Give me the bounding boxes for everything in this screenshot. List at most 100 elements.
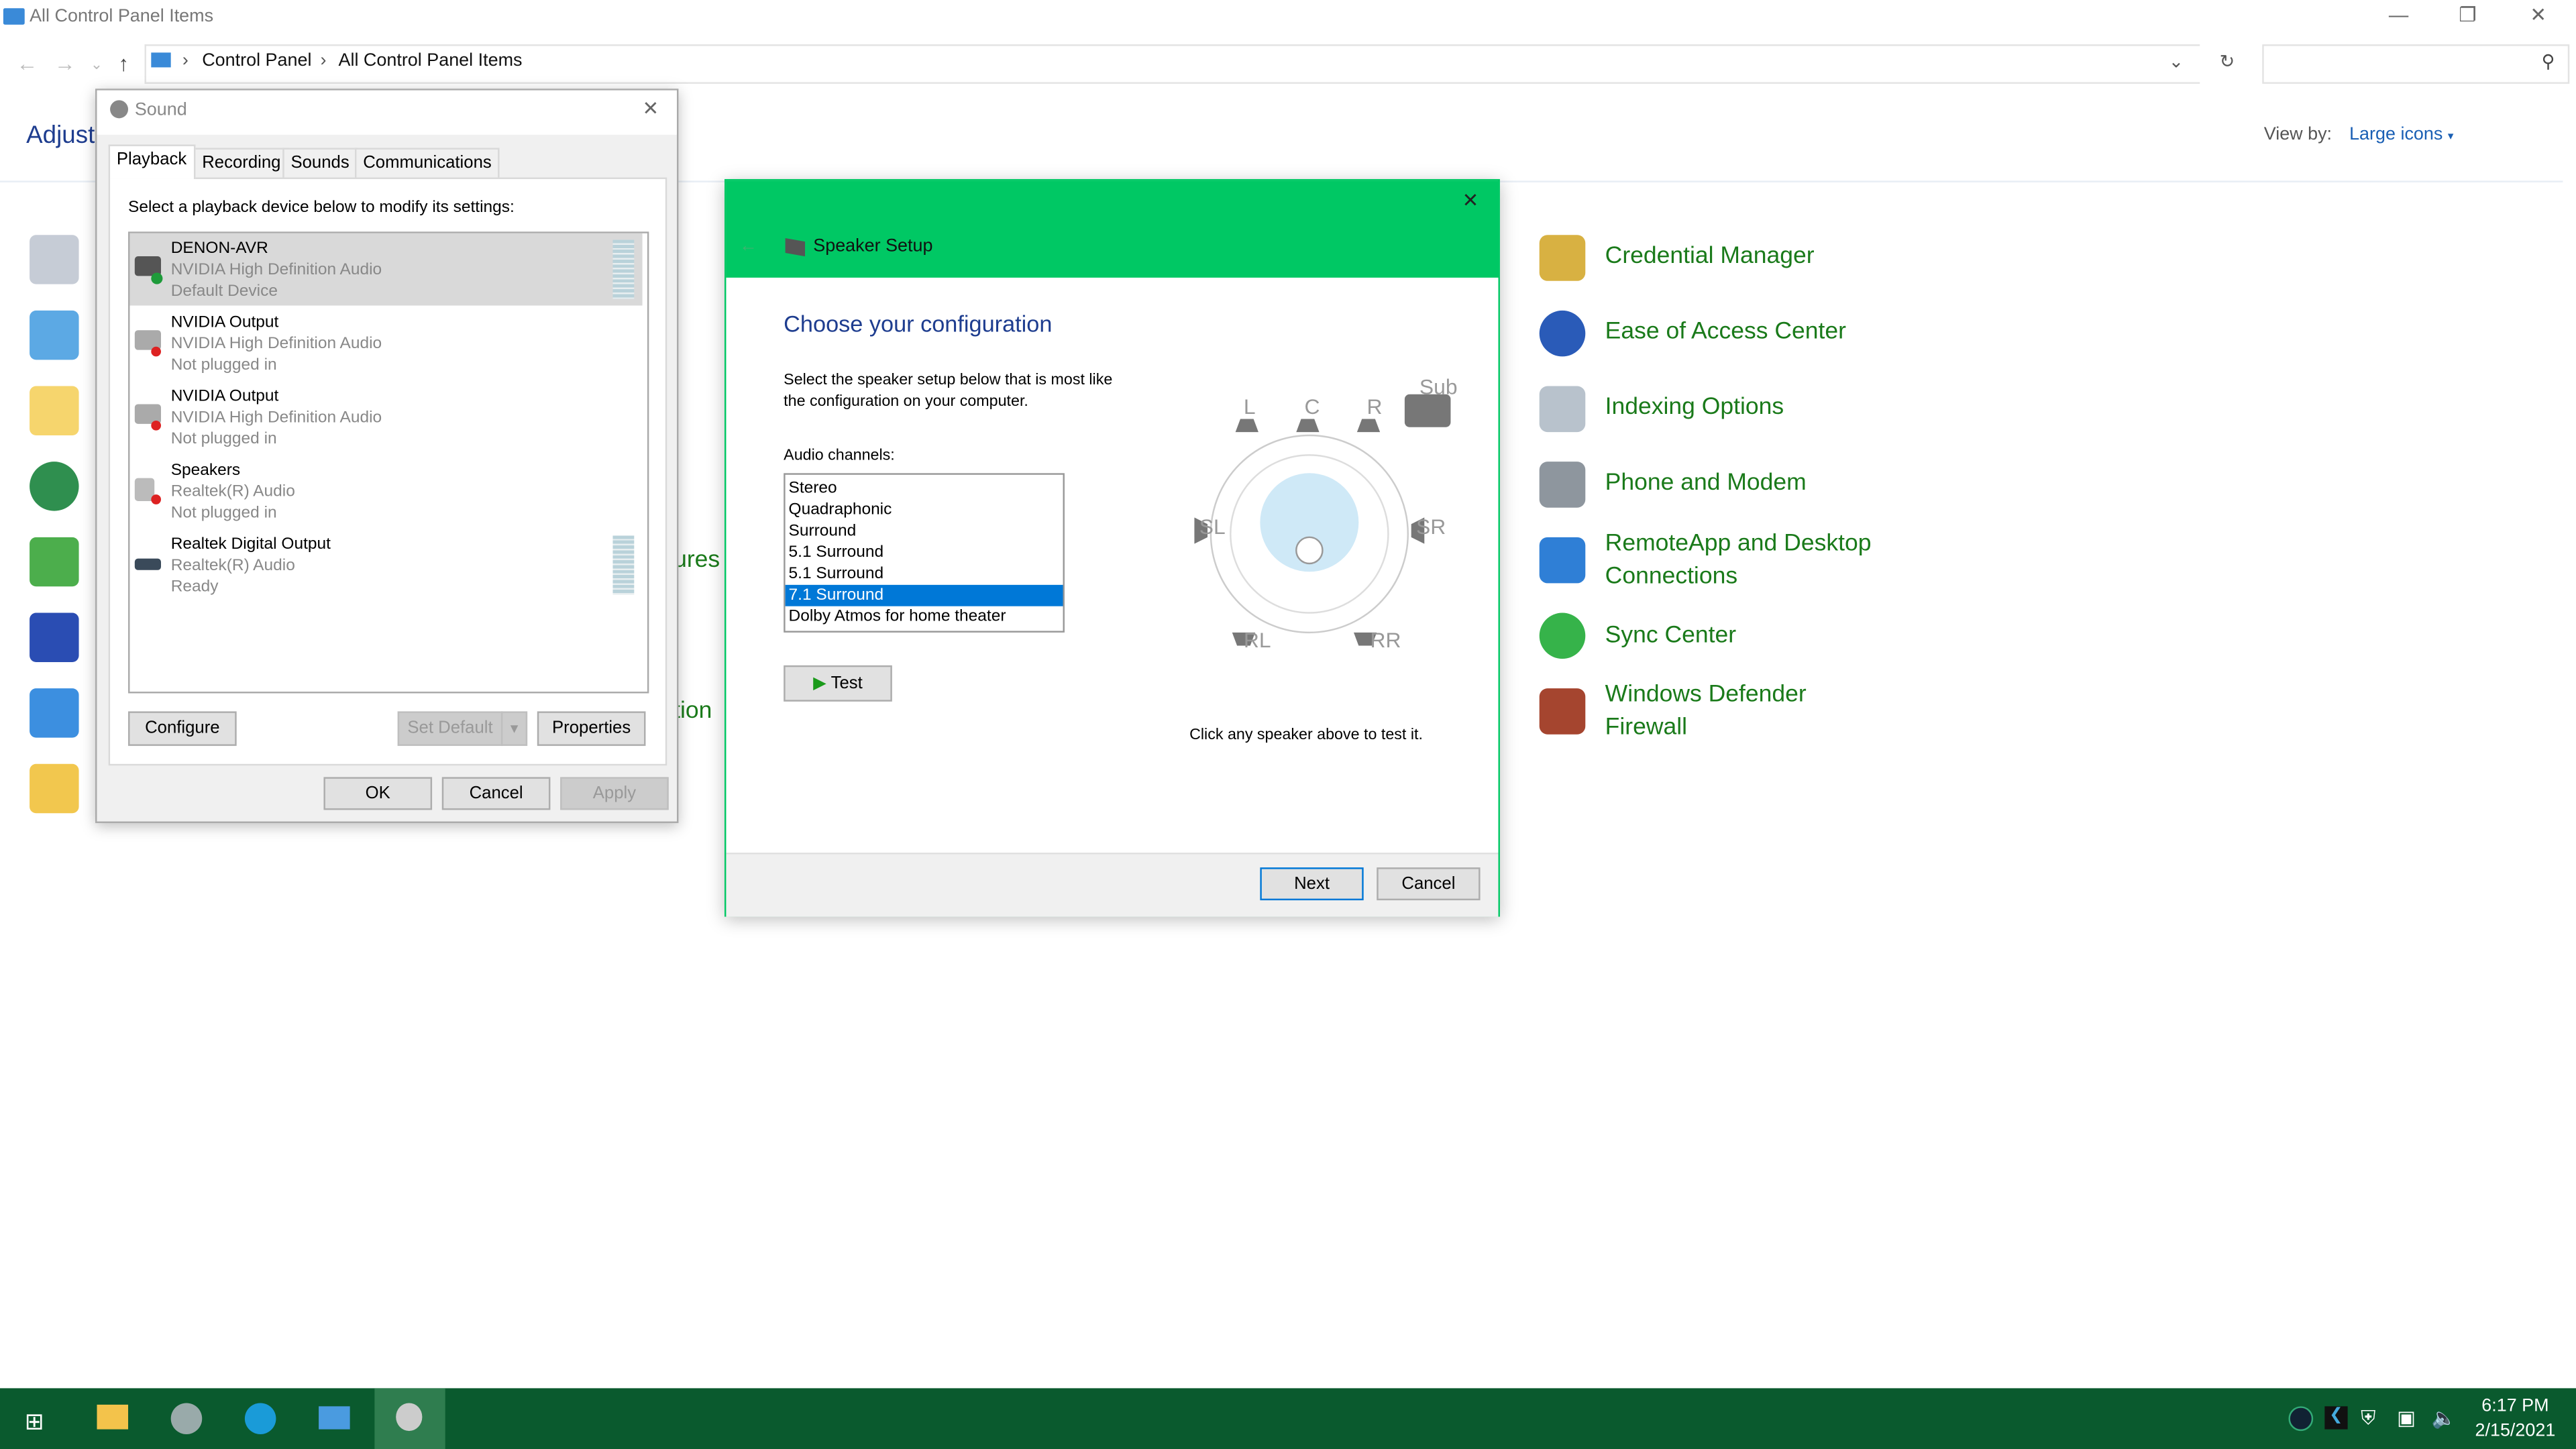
indexing-options-icon[interactable] [1539, 386, 1586, 433]
item-label-line: Firewall [1605, 714, 1688, 741]
tray-app-icon[interactable] [2288, 1406, 2314, 1432]
tab-recording[interactable]: Recording [193, 148, 289, 178]
apply-button[interactable]: Apply [560, 777, 669, 810]
description-line: Select the speaker setup below that is m… [784, 371, 1113, 390]
forward-button[interactable]: → [54, 51, 76, 76]
refresh-button[interactable]: ↻ [2220, 51, 2235, 72]
test-hint: Click any speaker above to test it. [1189, 726, 1423, 745]
file-history-icon[interactable] [30, 386, 79, 435]
close-button[interactable]: ✕ [643, 97, 659, 119]
channels-listbox[interactable]: Stereo Quadraphonic Surround 5.1 Surroun… [784, 473, 1065, 633]
device-name: NVIDIA Output [170, 387, 279, 406]
network-icon[interactable]: ▣ [2397, 1406, 2416, 1429]
label-l: L [1244, 394, 1256, 419]
hidden-item-fragment[interactable]: tion [674, 698, 712, 724]
system-icon[interactable] [30, 688, 79, 738]
ease-of-access-icon[interactable] [1539, 310, 1586, 357]
sync-center-icon[interactable] [1539, 612, 1586, 659]
speaker-icon [110, 100, 129, 119]
phone-modem-icon[interactable] [1539, 462, 1586, 508]
close-button[interactable]: ✕ [2514, 3, 2563, 26]
device-item[interactable]: Realtek Digital Output Realtek(R) Audio … [129, 529, 642, 602]
channel-option[interactable]: Dolby Atmos for home theater [786, 606, 1063, 628]
item-indexing-options[interactable]: Indexing Options [1605, 392, 1784, 425]
clock[interactable]: 6:17 PM 2/15/2021 [2473, 1395, 2558, 1444]
tab-sounds[interactable]: Sounds [282, 148, 358, 178]
administrative-tools-icon[interactable] [30, 235, 79, 284]
restore-button[interactable]: ❐ [2443, 3, 2492, 26]
channel-option[interactable]: Stereo [786, 478, 1063, 500]
shield-icon[interactable]: ⛨ [2361, 1406, 2375, 1431]
tray-app-icon[interactable]: ❮ [2324, 1406, 2348, 1430]
set-default-button[interactable]: Set Default [397, 711, 503, 746]
device-driver: Realtek(R) Audio [170, 557, 295, 576]
remoteapp-icon[interactable] [1539, 537, 1586, 584]
up-button[interactable]: ↑ [118, 51, 129, 76]
edge-icon[interactable] [244, 1403, 276, 1434]
item-remoteapp[interactable]: RemoteApp and Desktop Connections [1605, 529, 1872, 594]
item-label-line: Windows Defender [1605, 682, 1807, 708]
cancel-button[interactable]: Cancel [441, 777, 551, 810]
properties-button[interactable]: Properties [537, 711, 646, 746]
speaker-sub[interactable] [1404, 394, 1451, 427]
back-arrow-icon[interactable]: ← [739, 237, 757, 256]
security-maintenance-icon[interactable] [30, 612, 79, 662]
breadcrumb-all-items[interactable]: All Control Panel Items [338, 51, 522, 70]
speaker-l[interactable] [1235, 419, 1258, 433]
channel-option[interactable]: 5.1 Surround [786, 542, 1063, 564]
channel-option-selected[interactable]: 7.1 Surround [785, 584, 1063, 606]
credential-manager-icon[interactable] [1539, 235, 1586, 281]
control-panel-icon[interactable] [319, 1406, 350, 1430]
power-options-icon[interactable] [30, 537, 79, 587]
address-dropdown[interactable]: ⌄ [2169, 51, 2184, 72]
view-by-dropdown[interactable]: Large icons ▾ [2349, 125, 2453, 144]
device-item[interactable]: NVIDIA Output NVIDIA High Definition Aud… [129, 307, 642, 380]
hidden-item-fragment[interactable]: ures [674, 547, 720, 574]
tab-playback[interactable]: Playback [108, 144, 195, 179]
item-credential-manager[interactable]: Credential Manager [1605, 241, 1815, 274]
item-firewall[interactable]: Windows Defender Firewall [1605, 680, 1807, 745]
clock-date: 2/15/2021 [2475, 1421, 2556, 1441]
device-status: Default Device [170, 282, 278, 301]
breadcrumb-control-panel[interactable]: Control Panel [202, 51, 311, 70]
channels-label: Audio channels: [784, 447, 895, 466]
test-button[interactable]: ▶ Test [784, 665, 892, 702]
start-button[interactable]: ⊞ [25, 1408, 44, 1436]
configure-button[interactable]: Configure [128, 711, 237, 746]
close-button[interactable]: ✕ [1462, 189, 1479, 212]
channel-option[interactable]: Surround [786, 521, 1063, 542]
item-sync-center[interactable]: Sync Center [1605, 621, 1736, 653]
firewall-icon[interactable] [1539, 688, 1586, 735]
channel-option[interactable]: Quadraphonic [786, 499, 1063, 521]
volume-icon[interactable]: 🔈 [2432, 1406, 2457, 1429]
tab-communications[interactable]: Communications [354, 148, 500, 178]
description-line: the configuration on your computer. [784, 392, 1028, 411]
ok-button[interactable]: OK [323, 777, 433, 810]
speaker-c[interactable] [1296, 419, 1320, 433]
device-item[interactable]: DENON-AVR NVIDIA High Definition Audio D… [129, 233, 643, 306]
minimize-button[interactable]: — [2374, 3, 2423, 26]
device-name: NVIDIA Output [170, 313, 279, 332]
channel-option[interactable]: 5.1 Surround [786, 564, 1063, 585]
unplugged-icon [151, 346, 162, 357]
work-folders-icon[interactable] [30, 763, 79, 814]
device-item[interactable]: Speakers Realtek(R) Audio Not plugged in [129, 455, 642, 527]
item-ease-of-access[interactable]: Ease of Access Center [1605, 317, 1846, 350]
date-time-icon[interactable] [30, 310, 79, 360]
recent-dropdown[interactable]: ⌄ [91, 56, 103, 74]
page-heading: Adjust [26, 121, 95, 150]
speaker-r[interactable] [1356, 419, 1381, 433]
label-sr: SR [1416, 515, 1446, 539]
cancel-button[interactable]: Cancel [1377, 867, 1481, 901]
file-explorer-icon[interactable] [97, 1404, 129, 1430]
speaker-icon [396, 1403, 423, 1432]
search-input[interactable] [2262, 44, 2570, 84]
item-label-line: Connections [1605, 562, 1738, 589]
next-button[interactable]: Next [1260, 867, 1364, 901]
internet-options-icon[interactable] [30, 462, 79, 511]
app-icon[interactable] [170, 1403, 203, 1434]
back-button[interactable]: ← [16, 51, 38, 76]
set-default-dropdown[interactable]: ▼ [500, 711, 528, 746]
item-phone-modem[interactable]: Phone and Modem [1605, 468, 1807, 500]
device-item[interactable]: NVIDIA Output NVIDIA High Definition Aud… [129, 381, 642, 453]
